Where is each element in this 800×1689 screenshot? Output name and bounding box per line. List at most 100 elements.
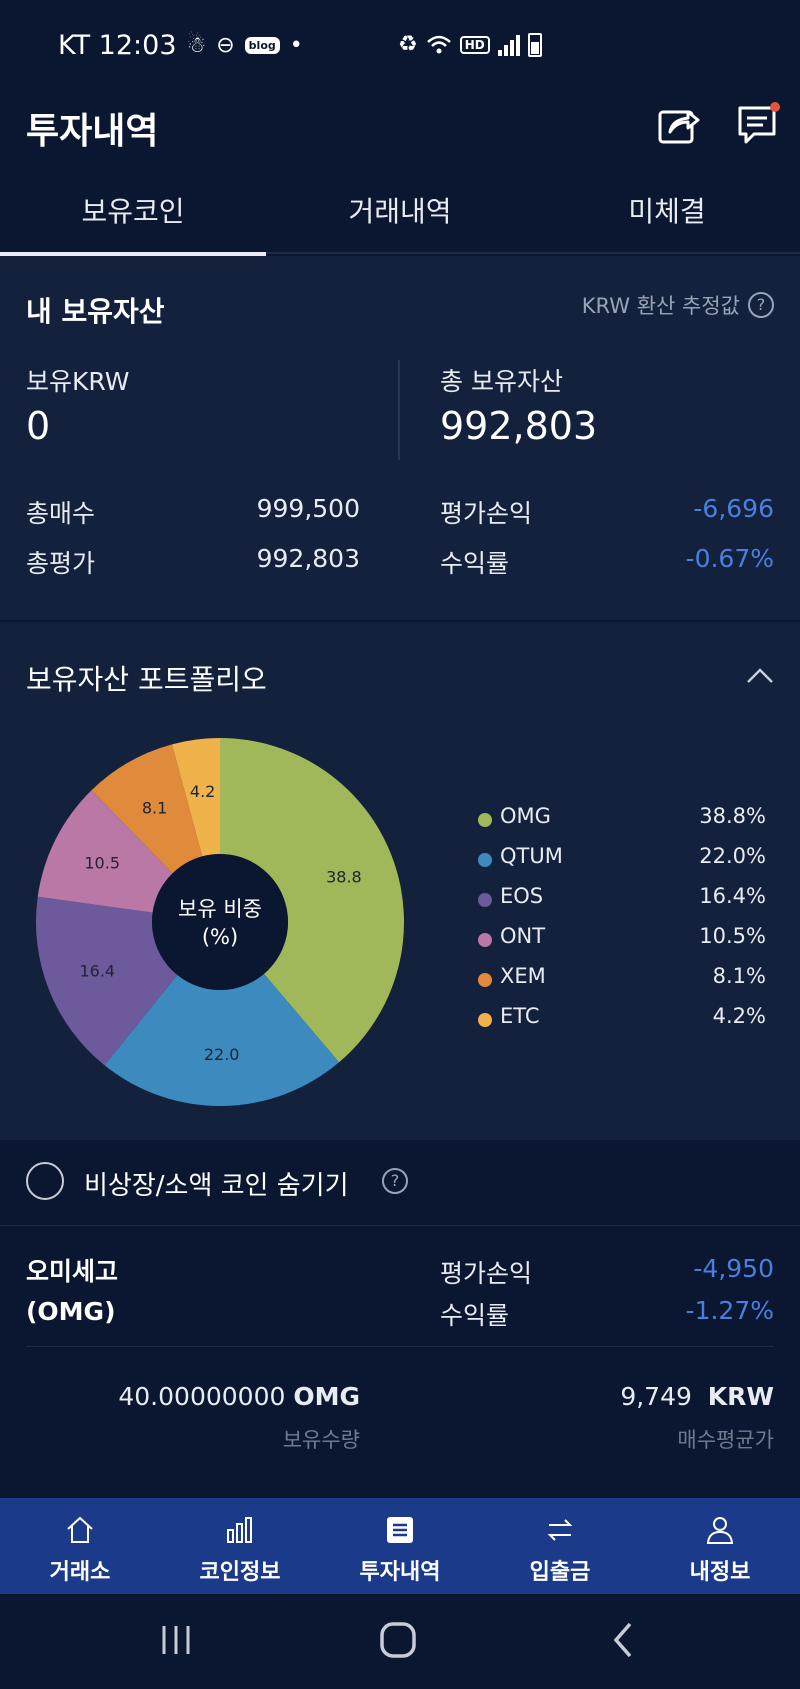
- chevron-up-icon: [747, 668, 773, 683]
- portfolio-legend: OMG 38.8% QTUM 22.0% EOS 16.4% ONT 10.5% XEM 8.1%…: [476, 804, 766, 1044]
- tab-bar: 보유코인 거래내역 미체결: [0, 184, 800, 256]
- donut-hole: [152, 854, 288, 990]
- bar-chart-icon: [227, 1517, 252, 1543]
- legend-item-qtum: QTUM 22.0%: [476, 844, 766, 884]
- coin-quantity-unit: OMG: [293, 1382, 360, 1411]
- nav-exchange-label: 거래소: [49, 1560, 111, 1585]
- nav-deposit-withdraw[interactable]: 입출금: [480, 1498, 640, 1594]
- pl-value: -6,696: [693, 494, 774, 523]
- total-assets-value: 992,803: [440, 404, 598, 448]
- app-notification-icon: ☃: [186, 33, 207, 58]
- legend-name: ONT: [500, 924, 546, 948]
- help-icon[interactable]: ?: [382, 1168, 408, 1194]
- coin-quantity: 40.00000000 OMG: [118, 1382, 360, 1411]
- hide-small-coins-radio[interactable]: [26, 1162, 64, 1200]
- carrier-time: KT 12:03: [58, 30, 177, 61]
- coin-symbol: (OMG): [26, 1297, 116, 1326]
- my-assets-panel: 내 보유자산 KRW 환산 추정값 ? 보유KRW 0 총 보유자산 992,8…: [0, 256, 800, 620]
- return-rate-label: 수익률: [440, 549, 510, 578]
- coin-rate-value: -1.27%: [685, 1296, 774, 1325]
- krw-note[interactable]: KRW 환산 추정값 ?: [582, 290, 774, 320]
- share-button[interactable]: [654, 100, 702, 148]
- status-left: KT 12:03 ☃ ⊖ blog •: [58, 30, 303, 61]
- tab-holdings[interactable]: 보유코인: [0, 184, 266, 256]
- assets-title: 내 보유자산: [26, 295, 165, 328]
- portfolio-panel: 보유자산 포트폴리오 보유 비중 (%) 38.8 22.0 16.4 10.5 8.1…: [0, 622, 800, 1140]
- legend-percent: 8.1%: [712, 964, 766, 988]
- legend-name: QTUM: [500, 844, 563, 868]
- center-label-line2: (%): [202, 925, 238, 949]
- legend-name: EOS: [500, 884, 544, 908]
- home-button-icon[interactable]: [378, 1620, 418, 1660]
- legend-percent: 10.5%: [699, 924, 766, 948]
- transfer-icon: [547, 1519, 573, 1541]
- blog-badge: blog: [244, 37, 280, 54]
- nav-exchange[interactable]: 거래소: [0, 1498, 160, 1594]
- coin-rate-label: 수익률: [440, 1301, 510, 1330]
- tab-unfilled[interactable]: 미체결: [534, 184, 800, 254]
- wifi-icon: [426, 35, 451, 53]
- nav-my-info[interactable]: 내정보: [640, 1498, 800, 1594]
- do-not-disturb-icon: ⊖: [216, 33, 235, 58]
- coin-pl-label: 평가손익: [440, 1259, 533, 1288]
- nav-my-info-label: 내정보: [689, 1560, 751, 1585]
- hd-badge: HD: [459, 35, 490, 54]
- legend-name: XEM: [500, 964, 546, 988]
- total-eval-value: 992,803: [256, 544, 360, 573]
- total-buy-label: 총매수: [26, 499, 96, 528]
- legend-dot: [478, 853, 492, 867]
- krw-note-text: KRW 환산 추정값: [581, 294, 740, 318]
- status-right: ♻ HD: [398, 32, 542, 57]
- legend-item-etc: ETC 4.2%: [476, 1004, 766, 1044]
- notification-dot: [770, 102, 780, 112]
- legend-item-xem: XEM 8.1%: [476, 964, 766, 1004]
- slice-label-ont: 10.5: [84, 853, 120, 872]
- legend-item-omg: OMG 38.8%: [476, 804, 766, 844]
- person-icon: [706, 1517, 734, 1544]
- page-title: 투자내역: [26, 111, 159, 152]
- coin-avg-price-label: 매수평균가: [677, 1428, 774, 1452]
- divider: [26, 1346, 774, 1347]
- share-icon: [658, 110, 700, 144]
- return-rate-value: -0.67%: [685, 544, 774, 573]
- battery-saver-icon: ♻: [398, 32, 418, 57]
- collapse-button[interactable]: [746, 662, 774, 690]
- total-eval-label: 총평가: [26, 549, 96, 578]
- legend-percent: 16.4%: [699, 884, 766, 908]
- chat-button[interactable]: [734, 100, 782, 148]
- legend-dot: [478, 933, 492, 947]
- coin-pl-value: -4,950: [693, 1254, 774, 1283]
- coin-avg-price-unit: KRW: [707, 1382, 774, 1411]
- legend-name: ETC: [500, 1004, 540, 1028]
- tab-history[interactable]: 거래내역: [267, 184, 533, 254]
- total-assets-label: 총 보유자산: [440, 367, 563, 396]
- hide-small-coins-label: 비상장/소액 코인 숨기기: [84, 1171, 349, 1201]
- nav-investments[interactable]: 투자내역: [320, 1498, 480, 1594]
- coin-quantity-value: 40.00000000: [118, 1382, 286, 1411]
- legend-dot: [478, 813, 492, 827]
- legend-percent: 38.8%: [699, 804, 766, 828]
- legend-dot: [478, 973, 492, 987]
- legend-item-eos: EOS 16.4%: [476, 884, 766, 924]
- divider: [398, 360, 400, 460]
- recent-apps-icon[interactable]: [156, 1620, 196, 1660]
- legend-dot: [478, 893, 492, 907]
- legend-percent: 22.0%: [699, 844, 766, 868]
- home-icon: [67, 1516, 93, 1543]
- legend-item-ont: ONT 10.5%: [476, 924, 766, 964]
- hide-small-coins-row[interactable]: 비상장/소액 코인 숨기기 ?: [0, 1140, 800, 1226]
- coin-avg-price-value: 9,749: [620, 1382, 692, 1411]
- legend-name: OMG: [500, 804, 551, 828]
- nav-coin-info[interactable]: 코인정보: [160, 1498, 320, 1594]
- portfolio-title: 보유자산 포트폴리오: [26, 663, 267, 696]
- signal-icon: [497, 34, 520, 56]
- coin-avg-price: 9,749 KRW: [620, 1382, 774, 1411]
- back-icon[interactable]: [604, 1620, 644, 1660]
- pl-label: 평가손익: [440, 499, 533, 528]
- portfolio-donut-chart: 보유 비중 (%) 38.8 22.0 16.4 10.5 8.1 4.2: [36, 738, 404, 1106]
- slice-label-qtum: 22.0: [204, 1045, 240, 1064]
- system-nav-bar: [0, 1594, 800, 1689]
- slice-label-omg: 38.8: [326, 868, 362, 887]
- help-icon: ?: [748, 292, 774, 318]
- coin-holding-card[interactable]: 오미세고 (OMG) 평가손익 -4,950 수익률 -1.27% 40.000…: [0, 1228, 800, 1498]
